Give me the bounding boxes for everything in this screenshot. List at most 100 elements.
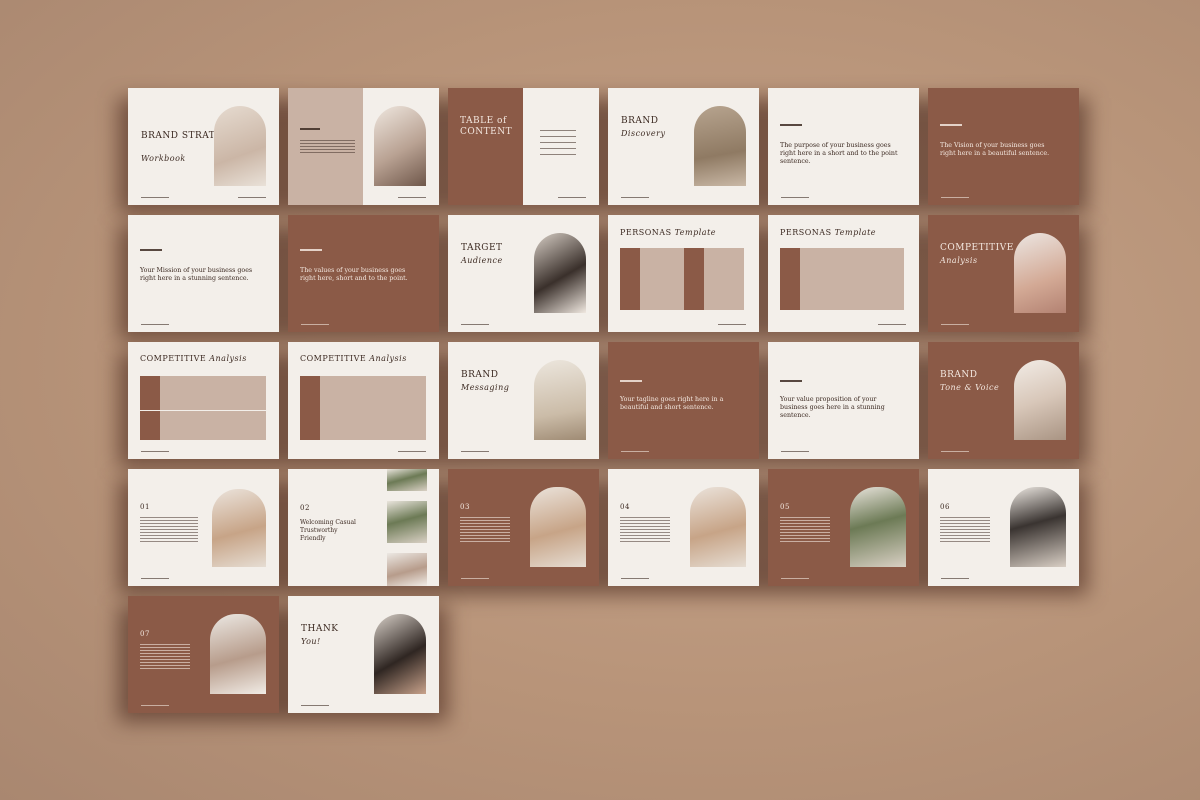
slide-title: THANK (301, 624, 339, 634)
slide-title: TABLE of CONTENT (460, 116, 513, 137)
slide-target-audience[interactable]: TARGET Audience (448, 215, 599, 332)
slide-brand-strategy-workbook[interactable]: BRAND STRATEGY Workbook (128, 88, 279, 205)
footer-line (398, 451, 426, 452)
slide-subtitle: Analysis (940, 256, 978, 265)
text-line (620, 380, 642, 382)
photo-knit-sweater (530, 487, 586, 567)
slide-body: The Vision of your business goes right h… (940, 142, 1050, 157)
text-block (460, 517, 510, 543)
footer-line (461, 578, 489, 579)
slide-title: COMPETITIVE Analysis (300, 354, 407, 363)
slide-tagline[interactable]: Your tagline goes right here in a beauti… (608, 342, 759, 459)
brown-panel (448, 88, 523, 205)
slide-personas-2[interactable]: PERSONAS Template (768, 215, 919, 332)
slide-tone-02[interactable]: 02 Welcoming Casual Trustworthy Friendly (288, 469, 439, 586)
slide-body: Welcoming Casual Trustworthy Friendly (300, 519, 356, 542)
footer-line (461, 451, 489, 452)
slide-mission[interactable]: Your Mission of your business goes right… (128, 215, 279, 332)
footer-line (141, 197, 169, 198)
slide-number: 07 (140, 630, 150, 638)
slide-vision[interactable]: The Vision of your business goes right h… (928, 88, 1079, 205)
slide-number: 03 (460, 503, 470, 511)
text-line (300, 128, 320, 130)
slide-competitive-analysis-2[interactable]: COMPETITIVE Analysis (288, 342, 439, 459)
photo-plant-2 (387, 501, 427, 543)
table-divider (140, 410, 266, 411)
footer-line (781, 451, 809, 452)
footer-line (941, 197, 969, 198)
slide-number: 02 (300, 504, 310, 512)
footer-line (141, 705, 169, 706)
slide-number: 06 (940, 503, 950, 511)
photo-hands (214, 106, 266, 186)
footer-line (461, 324, 489, 325)
slide-number: 01 (140, 503, 150, 511)
photo-plant-chair (850, 487, 906, 567)
slide-tone-03[interactable]: 03 (448, 469, 599, 586)
slide-brand-messaging[interactable]: BRAND Messaging (448, 342, 599, 459)
text-block (940, 517, 990, 543)
slide-brand-tone-voice[interactable]: BRAND Tone & Voice (928, 342, 1079, 459)
slide-subtitle: Workbook (141, 154, 186, 163)
photo-hand-window (212, 489, 266, 567)
footer-line (558, 197, 586, 198)
slide-title: COMPETITIVE Analysis (140, 354, 247, 363)
text-line (940, 124, 962, 126)
slide-brand-discovery[interactable]: BRAND Discovery (608, 88, 759, 205)
footer-line (781, 578, 809, 579)
slide-title: PERSONAS Template (780, 228, 877, 237)
footer-line (301, 324, 329, 325)
slide-tone-04[interactable]: 04 (608, 469, 759, 586)
footer-line (941, 451, 969, 452)
slide-competitive-analysis-1[interactable]: COMPETITIVE Analysis (128, 342, 279, 459)
slide-number: 05 (780, 503, 790, 511)
footer-line (398, 197, 426, 198)
footer-line (238, 197, 266, 198)
photo-lifestyle (387, 553, 427, 586)
text-line (300, 249, 322, 251)
text-block (140, 517, 198, 543)
slide-tone-06[interactable]: 06 (928, 469, 1079, 586)
slide-tone-07[interactable]: 07 (128, 596, 279, 713)
photo-woman-window (374, 106, 426, 186)
slide-body: The purpose of your business goes right … (780, 142, 898, 165)
slide-body: The values of your business goes right h… (300, 267, 408, 282)
slide-subtitle: Messaging (461, 383, 510, 392)
slide-number: 04 (620, 503, 630, 511)
slide-values[interactable]: The values of your business goes right h… (288, 215, 439, 332)
slide-tone-05[interactable]: 05 (768, 469, 919, 586)
slide-thank-you[interactable]: THANK You! (288, 596, 439, 713)
photo-pampas-grass (690, 487, 746, 567)
text-line (780, 380, 802, 382)
footer-line (781, 197, 809, 198)
text-block (620, 517, 670, 543)
slide-tone-01[interactable]: 01 (128, 469, 279, 586)
persona-column (620, 248, 640, 310)
text-block (140, 644, 190, 670)
footer-line (878, 324, 906, 325)
footer-line (141, 451, 169, 452)
slide-competitive-analysis-title[interactable]: COMPETITIVE Analysis (928, 215, 1079, 332)
slide-purpose[interactable]: The purpose of your business goes right … (768, 88, 919, 205)
persona-column (684, 248, 704, 310)
footer-line (718, 324, 746, 325)
footer-line (941, 578, 969, 579)
slide-title: BRAND (461, 370, 499, 380)
slide-table-of-content[interactable]: TABLE of CONTENT (448, 88, 599, 205)
slide-body: Your value proposition of your business … (780, 396, 885, 419)
footer-line (621, 197, 649, 198)
text-block (300, 140, 355, 154)
footer-line (301, 705, 329, 706)
photo-room (1010, 487, 1066, 567)
slide-value-proposition[interactable]: Your value proposition of your business … (768, 342, 919, 459)
slide-body: Your tagline goes right here in a beauti… (620, 396, 724, 411)
photo-woman-flower (374, 614, 426, 694)
slide-personas-1[interactable]: PERSONAS Template (608, 215, 759, 332)
analysis-column (140, 376, 160, 440)
slide-intro[interactable] (288, 88, 439, 205)
photo-plant-1 (387, 469, 427, 491)
contents-list (540, 130, 576, 160)
slide-title: BRAND (940, 370, 978, 380)
slide-subtitle: You! (301, 637, 321, 646)
footer-line (941, 324, 969, 325)
